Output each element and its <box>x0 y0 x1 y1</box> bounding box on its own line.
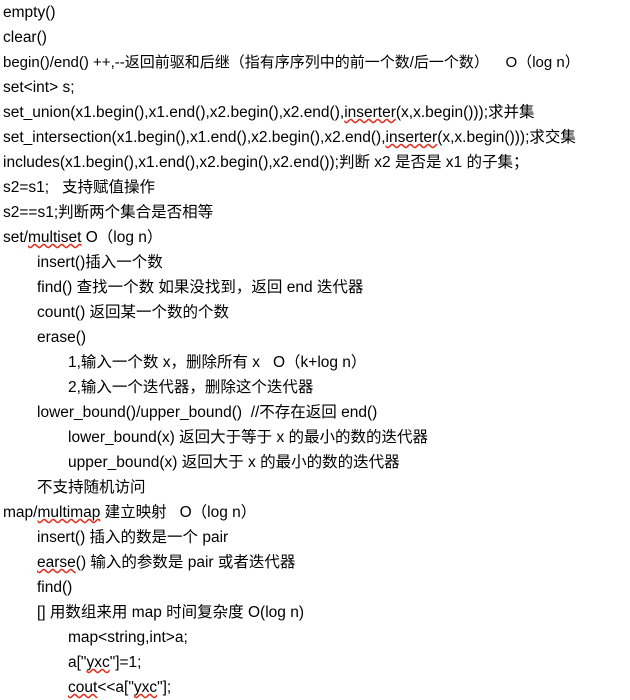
code-line-map-print: cout<<a["yxc"]; <box>0 675 630 700</box>
text-line-empty: empty() <box>0 0 630 25</box>
text-line-map-insert: insert() 插入的数是一个 pair <box>0 525 630 550</box>
text-line-set-count: count() 返回某一个数的个数 <box>0 300 630 325</box>
text-line-set-decl: set<int> s; <box>0 75 630 100</box>
line-text-suffix: (x,x.begin()));求交集 <box>437 129 576 146</box>
line-text: erase() <box>37 329 87 346</box>
text-line-lower-bound: lower_bound(x) 返回大于等于 x 的最小的数的迭代器 <box>0 425 630 450</box>
misspelled-word-multiset: multiset <box>27 229 82 246</box>
line-text-suffix: 建立映射 O（log n） <box>100 504 257 521</box>
line-text-prefix: set_intersection(x1.begin(),x1.end(),x2.… <box>3 129 386 146</box>
line-text: clear() <box>3 29 47 46</box>
text-line-set-find: find() 查找一个数 如果没找到，返回 end 迭代器 <box>0 275 630 300</box>
line-text: insert() 插入的数是一个 pair <box>37 529 229 546</box>
text-line-set-insert: insert()插入一个数 <box>0 250 630 275</box>
text-line-erase-case-1: 1,输入一个数 x，删除所有 x O（k+log n） <box>0 350 630 375</box>
line-text-suffix: "]; <box>157 679 172 696</box>
text-line-includes: includes(x1.begin(),x1.end(),x2.begin(),… <box>0 150 630 175</box>
line-text: insert()插入一个数 <box>37 254 163 271</box>
line-text-suffix: O（log n） <box>81 229 163 246</box>
line-text-prefix: map/ <box>3 504 38 521</box>
text-line-clear: clear() <box>0 25 630 50</box>
line-text: find() 查找一个数 如果没找到，返回 end 迭代器 <box>37 279 364 296</box>
code-line-map-assign: a["yxc"]=1; <box>0 650 630 675</box>
text-line-map-subscript: [] 用数组来用 map 时间复杂度 O(log n) <box>0 600 630 625</box>
line-text: s2==s1;判断两个集合是否相等 <box>3 204 214 221</box>
line-text: 1,输入一个数 x，删除所有 x O（k+log n） <box>68 354 367 371</box>
line-text: map<string,int>a; <box>68 629 188 646</box>
line-text-prefix: a[" <box>68 654 87 671</box>
line-text: s2=s1; 支持赋值操作 <box>3 179 156 196</box>
text-line-set-erase: erase() <box>0 325 630 350</box>
heading-set-multiset: set/multiset O（log n） <box>0 225 630 250</box>
line-text-suffix: (x,x.begin()));求并集 <box>395 104 535 121</box>
line-text: lower_bound(x) 返回大于等于 x 的最小的数的迭代器 <box>68 429 429 446</box>
text-line-equality: s2==s1;判断两个集合是否相等 <box>0 200 630 225</box>
line-text-mid: <<a[" <box>97 679 134 696</box>
line-text-prefix: set/ <box>3 229 28 246</box>
text-line-upper-bound: upper_bound(x) 返回大于 x 的最小的数的迭代器 <box>0 450 630 475</box>
line-text: 2,输入一个迭代器，删除这个迭代器 <box>68 379 314 396</box>
line-text: includes(x1.begin(),x1.end(),x2.begin(),… <box>3 154 529 171</box>
line-text: set<int> s; <box>3 79 75 96</box>
line-text-suffix: "]=1; <box>109 654 142 671</box>
line-text: [] 用数组来用 map 时间复杂度 O(log n) <box>37 604 304 621</box>
document-body: empty() clear() begin()/end() ++,--返回前驱和… <box>0 0 630 698</box>
misspelled-word-cout: cout <box>68 679 98 696</box>
misspelled-word-inserter: inserter <box>385 129 438 146</box>
text-line-set-union: set_union(x1.begin(),x1.end(),x2.begin()… <box>0 100 630 125</box>
line-text: begin()/end() ++,--返回前驱和后继（指有序序列中的前一个数/后… <box>3 54 580 71</box>
line-text: count() 返回某一个数的个数 <box>37 304 230 321</box>
heading-map-multimap: map/multimap 建立映射 O（log n） <box>0 500 630 525</box>
line-text: find() <box>37 579 73 596</box>
text-line-begin-end: begin()/end() ++,--返回前驱和后继（指有序序列中的前一个数/后… <box>0 50 630 75</box>
text-line-map-find: find() <box>0 575 630 600</box>
line-text-suffix: () 输入的参数是 pair 或者迭代器 <box>75 554 296 571</box>
misspelled-word-yxc: yxc <box>133 679 158 696</box>
text-line-no-random-access: 不支持随机访问 <box>0 475 630 500</box>
misspelled-word-earse: earse <box>37 554 76 571</box>
line-text: upper_bound(x) 返回大于 x 的最小的数的迭代器 <box>68 454 400 471</box>
misspelled-word-inserter: inserter <box>344 104 396 121</box>
line-text: lower_bound()/upper_bound() //不存在返回 end(… <box>37 404 378 421</box>
line-text: 不支持随机访问 <box>37 479 146 496</box>
text-line-erase-case-2: 2,输入一个迭代器，删除这个迭代器 <box>0 375 630 400</box>
line-text-prefix: set_union(x1.begin(),x1.end(),x2.begin()… <box>3 104 345 121</box>
misspelled-word-multimap: multimap <box>37 504 101 521</box>
text-line-bounds: lower_bound()/upper_bound() //不存在返回 end(… <box>0 400 630 425</box>
text-line-set-intersection: set_intersection(x1.begin(),x1.end(),x2.… <box>0 125 630 150</box>
code-line-map-decl: map<string,int>a; <box>0 625 630 650</box>
text-line-assign: s2=s1; 支持赋值操作 <box>0 175 630 200</box>
line-text: empty() <box>3 4 56 21</box>
misspelled-word-yxc: yxc <box>86 654 110 671</box>
text-line-map-earse: earse() 输入的参数是 pair 或者迭代器 <box>0 550 630 575</box>
